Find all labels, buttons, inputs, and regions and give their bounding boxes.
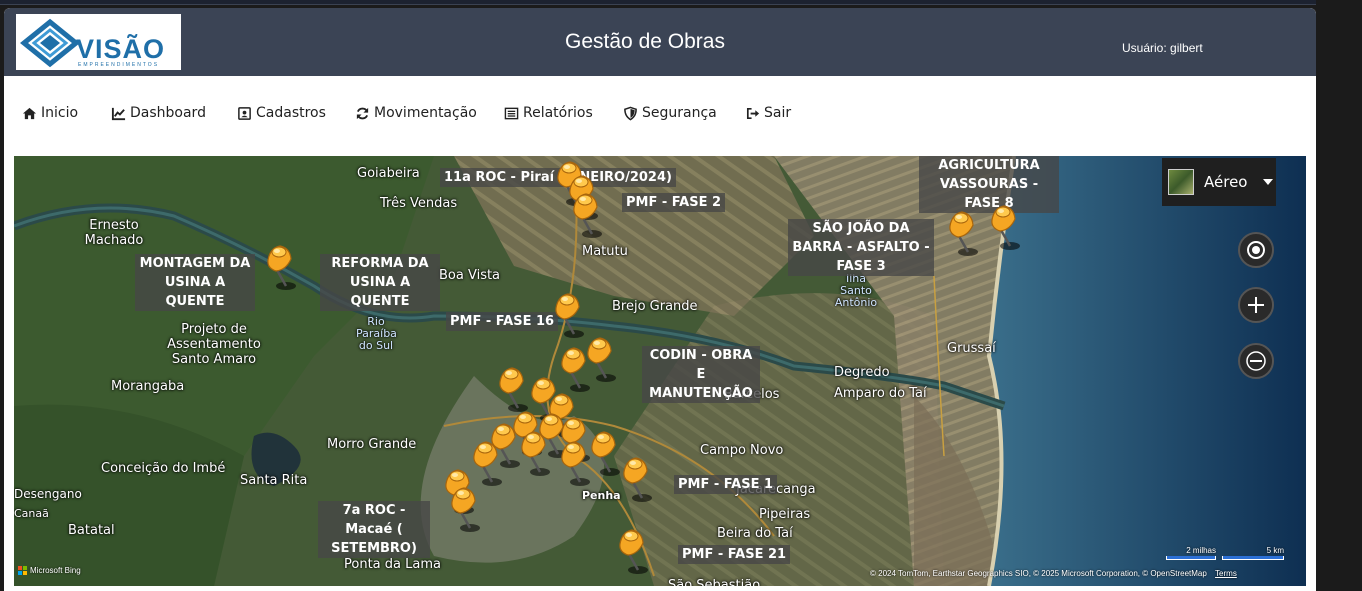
scale-km-label: 5 km: [1266, 546, 1284, 555]
map-copyright: © 2024 TomTom, Earthstar Geographics SIO…: [870, 569, 1237, 578]
pin-label[interactable]: PMF - FASE 21: [678, 545, 791, 564]
pushpin-icon[interactable]: [260, 240, 296, 292]
place-label: Brejo Grande: [612, 299, 698, 314]
minus-icon: [1246, 351, 1266, 371]
copyright-text: © 2024 TomTom, Earthstar Geographics SIO…: [870, 569, 1207, 578]
nav-item-seguranca[interactable]: Segurança: [623, 103, 717, 123]
logo-subtitle: EMPREENDIMENTOS: [78, 62, 160, 68]
pushpin-icon[interactable]: [612, 524, 648, 576]
place-label: Morangaba: [111, 379, 185, 394]
nav-label: Movimentação: [374, 105, 477, 121]
app-frame: VISÃO EMPREENDIMENTOS Gestão de Obras Us…: [4, 8, 1316, 591]
place-label: Campo Novo: [700, 443, 784, 458]
main-nav: Inicio Dashboard Cadastros Movimentação …: [4, 76, 1316, 156]
place-label: Degredo: [834, 365, 890, 380]
home-icon: [22, 107, 37, 119]
place-label: Três Vendas: [380, 196, 458, 211]
place-label: Beira do Taí: [717, 526, 793, 541]
refresh-icon: [356, 107, 369, 119]
pin-label[interactable]: CODIN - OBRA E MANUTENÇÃO: [642, 346, 760, 403]
place-label: Morro Grande: [327, 437, 417, 452]
place-label: Grussaí: [947, 341, 996, 356]
place-label: São Sebastião: [668, 578, 761, 586]
zoom-out-button[interactable]: [1238, 343, 1274, 379]
nav-label: Cadastros: [256, 105, 326, 121]
scale-miles-bar: [1166, 556, 1216, 560]
locate-me-button[interactable]: [1238, 232, 1274, 268]
pushpin-icon[interactable]: [444, 482, 480, 534]
place-label: Conceição do Imbé: [101, 461, 226, 476]
nav-label: Dashboard: [130, 105, 206, 121]
place-label: Ernesto Machado: [84, 218, 144, 248]
place-label: Penha: [582, 489, 621, 502]
place-label: Rio Paraíba do Sul: [356, 315, 397, 352]
top-strip: [0, 0, 1316, 5]
aerial-thumbnail-icon: [1168, 169, 1194, 195]
nav-item-relatorios[interactable]: Relatórios: [504, 103, 593, 123]
shield-icon: [624, 106, 637, 120]
header-bar: VISÃO EMPREENDIMENTOS Gestão de Obras Us…: [4, 8, 1316, 76]
pushpin-icon[interactable]: [548, 288, 584, 340]
list-alt-icon: [504, 107, 519, 119]
nav-label: Sair: [764, 105, 792, 121]
line-chart-icon: [111, 107, 126, 120]
scale-miles-label: 2 milhas: [1186, 546, 1216, 555]
place-label: Canaã: [14, 507, 49, 520]
pushpin-icon[interactable]: [984, 200, 1020, 252]
nav-item-inicio[interactable]: Inicio: [22, 103, 78, 123]
nav-label: Inicio: [41, 105, 79, 121]
place-label: Ponta da Lama: [344, 557, 441, 572]
ms-logo-text: Microsoft Bing: [30, 566, 81, 575]
nav-item-movimentacao[interactable]: Movimentação: [355, 103, 477, 123]
pin-label[interactable]: SÃO JOÃO DA BARRA - ASFALTO - FASE 3: [788, 219, 934, 276]
map-style-label: Aéreo: [1204, 173, 1248, 191]
pin-label[interactable]: PMF - FASE 16: [446, 312, 559, 331]
nav-item-sair[interactable]: Sair: [745, 103, 791, 123]
place-label: Ilha Santo Antônio: [834, 272, 878, 309]
place-label: Goiabeira: [357, 166, 420, 181]
terms-link[interactable]: Terms: [1215, 569, 1237, 578]
place-label: Amparo do Taí: [834, 386, 927, 401]
pushpin-icon[interactable]: [616, 452, 652, 504]
pin-label[interactable]: MONTAGEM DA USINA A QUENTE: [135, 254, 255, 311]
pushpin-icon[interactable]: [566, 188, 602, 240]
map-style-selector[interactable]: Aéreo: [1162, 158, 1276, 206]
pushpin-icon[interactable]: [584, 426, 620, 478]
place-label: Boa Vista: [439, 268, 501, 283]
scale-km-bar: [1222, 556, 1284, 560]
locate-icon: [1247, 241, 1265, 259]
place-label: Batatal: [68, 523, 115, 538]
nav-item-dashboard[interactable]: Dashboard: [111, 103, 206, 123]
place-label: Santa Rita: [240, 473, 308, 488]
place-label: Projeto de Assentamento Santo Amaro: [167, 322, 261, 367]
plus-icon: [1248, 297, 1264, 313]
user-label: Usuário: gilbert: [1122, 41, 1203, 55]
place-label: Matutu: [582, 244, 628, 259]
sign-out-icon: [746, 107, 760, 119]
map-view[interactable]: Goiabeira Três Vendas Ernesto Machado Ma…: [14, 156, 1306, 586]
nav-item-cadastros[interactable]: Cadastros: [237, 103, 326, 123]
place-label: Pipeiras: [759, 507, 811, 522]
scale-bar: 2 milhas 5 km: [1152, 546, 1284, 564]
place-label: Desengano: [14, 487, 82, 501]
pin-label[interactable]: 7a ROC - Macaé ( SETEMBRO): [318, 501, 430, 558]
pin-label[interactable]: REFORMA DA USINA A QUENTE: [320, 254, 440, 311]
nav-label: Segurança: [642, 105, 717, 121]
pin-label[interactable]: PMF - FASE 2: [622, 193, 726, 212]
id-card-icon: [238, 106, 251, 120]
pin-label[interactable]: PMF - FASE 1: [674, 475, 778, 494]
nav-label: Relatórios: [523, 105, 593, 121]
microsoft-bing-logo: Microsoft Bing: [18, 566, 81, 575]
page-title: Gestão de Obras: [565, 30, 725, 53]
chevron-down-icon: [1263, 179, 1274, 185]
microsoft-logo-icon: [18, 566, 27, 575]
pushpin-icon[interactable]: [942, 206, 978, 258]
zoom-in-button[interactable]: [1238, 287, 1274, 323]
pushpin-icon[interactable]: [514, 426, 550, 478]
